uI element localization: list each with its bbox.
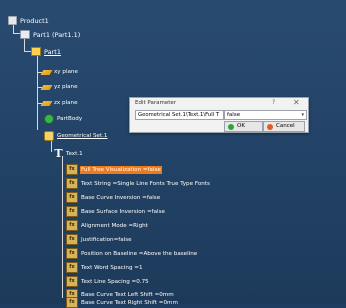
tree-node-product[interactable]: Product1 [8, 16, 50, 25]
tree-connector [62, 156, 63, 298]
tree-node-part-instance[interactable]: Part1 (Part1.1) [20, 30, 81, 39]
tree-node-partbody[interactable]: PartBody [44, 114, 83, 124]
plane-icon [40, 69, 53, 75]
text-icon: T [54, 147, 63, 160]
tree-node-label: zx plane [54, 100, 78, 106]
parameter-icon: fx [66, 192, 78, 203]
cancel-icon [267, 123, 273, 130]
geometrical-set-icon [44, 131, 54, 141]
tree-node-label: PartBody [57, 116, 83, 122]
param-row[interactable]: fx Alignment Mode =Right [66, 220, 149, 231]
tree-connector [13, 33, 20, 34]
tree-node-yz-plane[interactable]: yz plane [37, 83, 79, 91]
param-label: Justification=false [81, 236, 132, 243]
param-row[interactable]: fx Text Line Spacing =0.75 [66, 276, 150, 287]
param-row[interactable]: fx Full Tree Visualization =false [66, 164, 162, 175]
param-row[interactable]: fx Base Curve Inversion =false [66, 192, 161, 203]
plane-icon [40, 100, 53, 106]
param-label: Base Curve Inversion =false [81, 194, 161, 201]
ok-button[interactable]: OK [224, 121, 263, 132]
ok-icon [228, 123, 234, 130]
tree-node-label: Text.1 [66, 151, 83, 157]
dialog-title: Edit Parameter [135, 100, 177, 106]
parameter-icon: fx [66, 276, 78, 287]
tree-node-text[interactable]: T Text.1 [54, 147, 84, 160]
tree-node-label: xy plane [54, 69, 78, 75]
cancel-label: Cancel [276, 123, 295, 129]
parameter-icon: fx [66, 262, 78, 273]
param-label: Text Line Spacing =0.75 [81, 278, 149, 285]
param-label: Text Word Spacing =1 [81, 264, 143, 271]
tree-node-label: yz plane [54, 84, 78, 90]
chevron-down-icon: ▾ [301, 112, 304, 118]
param-label: Full Tree Visualization =false [80, 165, 162, 174]
param-row[interactable]: fx Justification=false [66, 234, 133, 245]
parameter-value-select[interactable]: false ▾ [224, 110, 307, 120]
tree-connector [24, 38, 25, 52]
param-label: Position on Baseline =Above the baseline [81, 250, 198, 257]
tree-node-xy-plane[interactable]: xy plane [37, 68, 79, 76]
part-instance-icon [20, 30, 30, 39]
body-icon [44, 114, 54, 124]
tree-connector [37, 56, 38, 116]
parameter-icon: fx [66, 164, 78, 175]
parameter-icon: fx [66, 297, 78, 308]
plane-icon [40, 84, 53, 90]
parameter-icon: fx [66, 206, 78, 217]
parameter-icon: fx [66, 234, 78, 245]
tree-node-label: Part1 [44, 47, 61, 56]
param-row[interactable]: fx Text Word Spacing =1 [66, 262, 144, 273]
tree-node-label: Part1 (Part1.1) [33, 30, 81, 39]
tree-node-label: Product1 [20, 16, 49, 25]
tree-connector [37, 116, 38, 130]
param-label: Base Curve Text Right Shift =0mm [81, 299, 178, 306]
help-button[interactable]: ? [272, 99, 275, 106]
ok-label: OK [237, 123, 245, 129]
tree-node-part[interactable]: Part1 [31, 47, 62, 56]
parameter-icon: fx [66, 248, 78, 259]
param-label: Text String =Single Line Fonts True Type… [81, 180, 210, 187]
part-icon [31, 47, 41, 56]
parameter-value: false [227, 112, 241, 118]
product-icon [8, 16, 17, 25]
tree-node-geometrical-set[interactable]: Geometrical Set.1 [44, 131, 109, 141]
parameter-icon: fx [66, 178, 78, 189]
cancel-button[interactable]: Cancel [263, 121, 305, 132]
param-row[interactable]: fx Base Surface Inversion =false [66, 206, 166, 217]
param-label: Alignment Mode =Right [81, 222, 148, 229]
parameter-icon: fx [66, 220, 78, 231]
param-row[interactable]: fx Text String =Single Line Fonts True T… [66, 178, 211, 189]
param-row[interactable]: fx Base Curve Text Right Shift =0mm [66, 297, 179, 308]
parameter-path-label: Geometrical Set.1\Text.1\Full T [135, 110, 224, 120]
edit-parameter-dialog: Edit Parameter ? ✕ Geometrical Set.1\Tex… [129, 97, 309, 133]
tree-node-label: Geometrical Set.1 [57, 133, 108, 139]
param-label: Base Surface Inversion =false [81, 208, 165, 215]
param-row[interactable]: fx Position on Baseline =Above the basel… [66, 248, 198, 259]
close-icon[interactable]: ✕ [293, 98, 300, 107]
tree-node-zx-plane[interactable]: zx plane [37, 99, 79, 107]
